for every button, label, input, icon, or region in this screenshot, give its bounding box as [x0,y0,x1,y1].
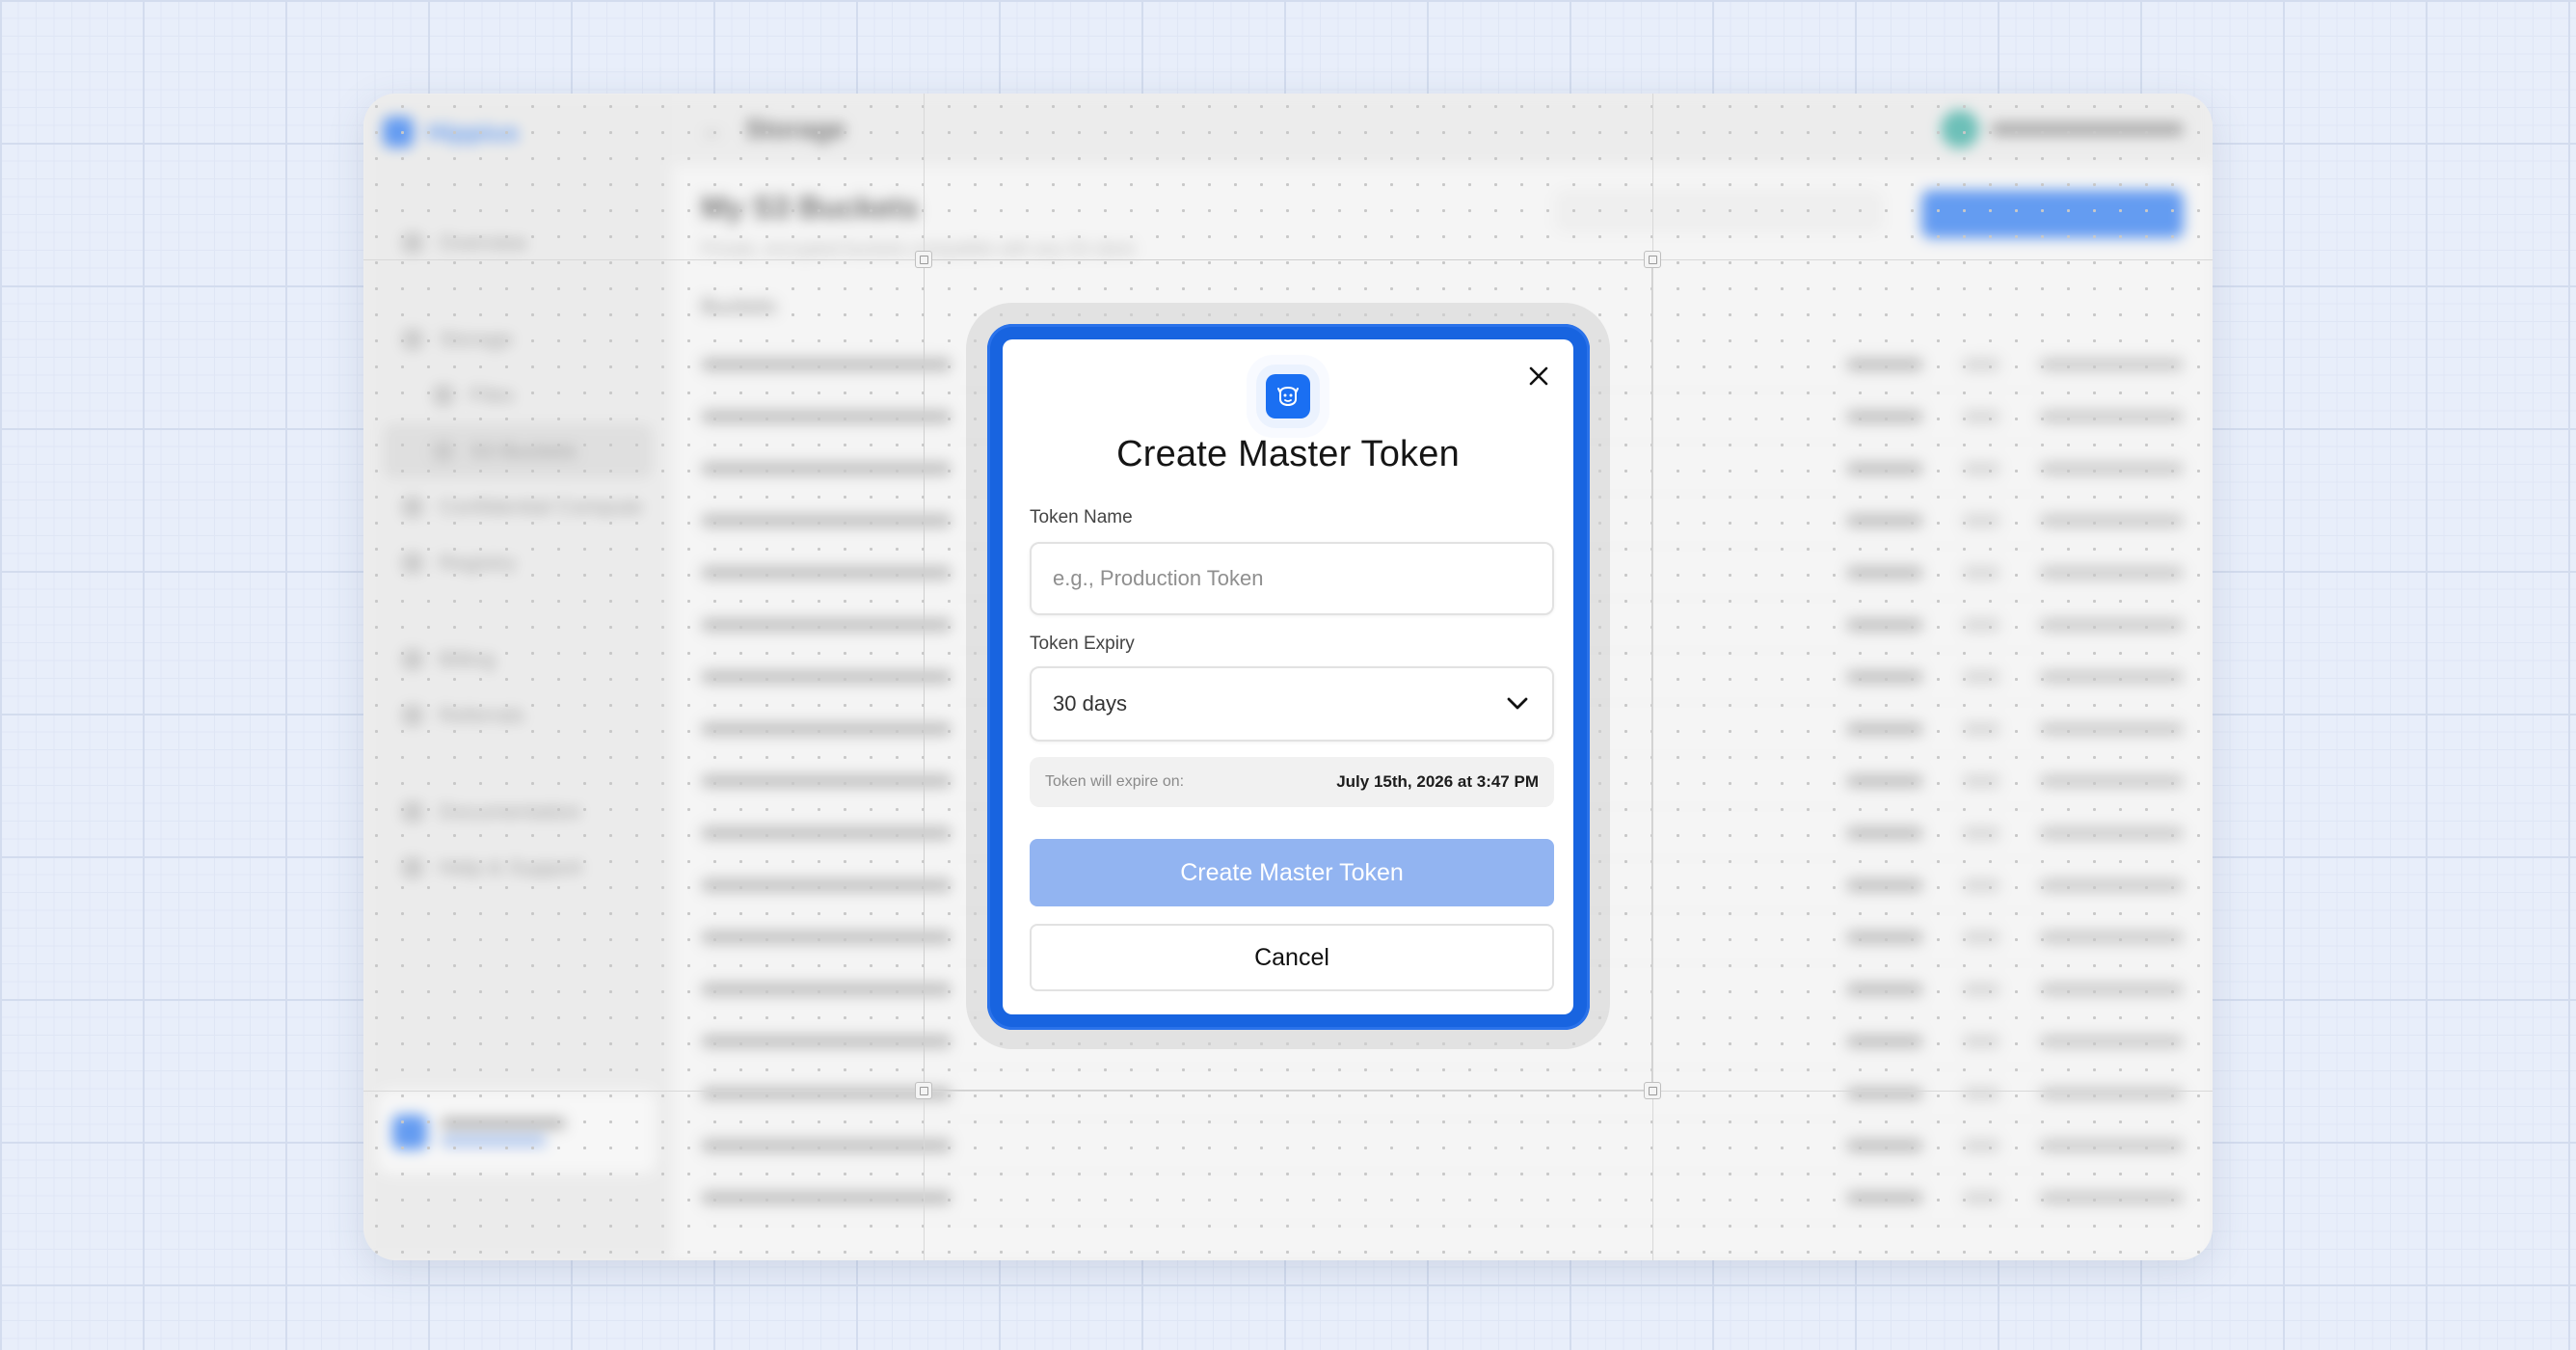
resize-handle-bottom-right[interactable] [1644,1082,1661,1099]
nav-label: Storage [439,327,514,351]
app-logo-icon [1277,386,1299,407]
chevron-down-icon [1504,690,1531,717]
avatar [392,1115,427,1149]
nav-item-help: Help & Support [383,840,653,896]
nav-icon [402,857,423,878]
token-name-label: Token Name [1030,507,1133,527]
token-expiry-value: 30 days [1053,691,1128,716]
create-master-token-button[interactable]: Create Master Token [1030,839,1554,906]
close-icon [1529,366,1548,386]
create-master-token-dialog: Create Master Token Token Name Token Exp… [1003,339,1573,1014]
app-logo [1266,374,1310,418]
nav-label: Billing [439,647,496,671]
account-avatar [1941,110,1979,148]
background-brand: Hippius [383,117,653,148]
nav-section [383,271,653,311]
nav-label: Files [470,383,515,407]
background-sidebar: Hippius Overview Storage Files S3 Bucket… [363,94,672,1260]
nav-label: Help & Support [439,855,583,879]
nav-label: S3 Buckets [470,439,577,463]
guide-line-bottom [363,1091,2213,1092]
background-search [1555,190,1883,232]
background-topbar: ← Storage [672,94,2213,165]
expiry-notice-label: Token will expire on: [1045,773,1185,790]
resize-handle-bottom-left[interactable] [915,1082,932,1099]
account-name-placeholder [1991,122,2184,136]
nav-item-overview: Overview [383,215,653,271]
nav-icon [433,385,454,406]
brand-logo-icon [383,117,414,148]
breadcrumb: Storage [745,114,846,144]
nav-icon [402,329,423,350]
nav-label: Registry [439,551,517,575]
nav-item-s3-buckets: S3 Buckets [383,423,653,479]
nav-icon [433,441,454,462]
cancel-button[interactable]: Cancel [1030,924,1554,991]
nav-section [383,743,653,784]
user-card [377,1091,657,1174]
nav-label: Overview [439,230,527,255]
resize-handle-top-right[interactable] [1644,251,1661,268]
back-arrow-icon: ← [701,114,726,144]
nav-item-referrals: Referrals [383,688,653,743]
dialog-title: Create Master Token [1116,434,1460,474]
nav-item-billing: Billing [383,632,653,688]
nav-label: Confidential Compute [439,495,643,519]
nav-icon [402,801,423,823]
nav-icon [402,232,423,254]
nav-icon [402,705,423,726]
token-expiry-select[interactable]: 30 days [1030,666,1554,742]
background-cta [1921,190,2184,238]
account-menu [1941,110,2184,148]
nav-item-registry: Registry [383,535,653,591]
page-title: My S3 Buckets [701,190,919,225]
expiry-notice-date: July 15th, 2026 at 3:47 PM [1336,772,1539,791]
user-card-lines [441,1112,566,1152]
token-name-input[interactable] [1030,542,1554,615]
nav-item-files: Files [383,367,653,423]
nav-item-confidential-compute: Confidential Compute [383,479,653,535]
nav-item-storage: Storage [383,311,653,367]
nav-label: Referrals [439,703,525,727]
close-button[interactable] [1523,361,1554,392]
page-heading-block: My S3 Buckets Private, encrypted buckets… [701,190,1134,259]
expiry-notice: Token will expire on: July 15th, 2026 at… [1030,757,1554,807]
token-expiry-label: Token Expiry [1030,634,1135,654]
nav-label: Documentation [439,799,581,824]
nav-section [383,591,653,632]
nav-icon [402,649,423,670]
nav-icon [402,497,423,518]
brand-name: Hippius [427,117,520,147]
nav-icon [402,553,423,574]
resize-handle-top-left[interactable] [915,251,932,268]
nav-item-documentation: Documentation [383,784,653,840]
